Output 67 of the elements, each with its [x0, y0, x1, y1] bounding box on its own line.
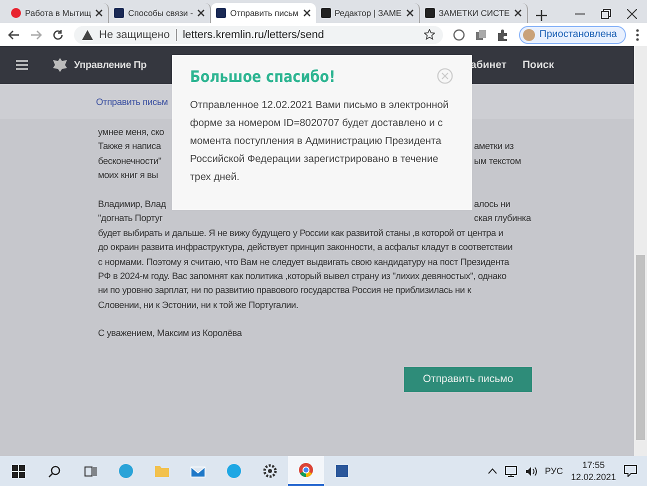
dialog-title: Большое спасибо! [190, 67, 336, 86]
chrome-icon [299, 463, 313, 477]
new-tab-icon[interactable] [536, 10, 547, 21]
profile-button[interactable]: Приостановлена [519, 26, 626, 44]
folder-icon [155, 466, 169, 477]
notification-icon[interactable] [624, 465, 637, 477]
letter-text: ни по уровню зарплат, ни по развитию правового государства Россия не приблизилась ни к [98, 284, 472, 298]
letter-text: моих книг я вы [98, 169, 160, 182]
letter-text: "догнать Португ [98, 212, 164, 226]
letter-text: будет выбирать и дальше. Я не вижу будущего у России как развитой станы ,в которой от центра и [98, 226, 504, 240]
warning-icon [82, 30, 93, 40]
language-indicator[interactable]: РУС [544, 466, 563, 476]
document-icon [336, 465, 348, 477]
speaker-icon[interactable] [524, 466, 537, 476]
browser-tab[interactable]: Отправить письм [211, 3, 316, 23]
letter-text: алось ни [474, 198, 510, 211]
close-icon[interactable] [197, 9, 206, 17]
task-view-icon[interactable] [84, 464, 96, 478]
breadcrumb-link[interactable]: Отправить письм [96, 96, 168, 106]
close-icon[interactable] [627, 9, 637, 19]
favicon-icon [114, 8, 124, 18]
letter-text: с нормами. Поэтому я считаю, что Вам не следует выдвигать свою кандидатуру на пост Президента [98, 256, 510, 269]
dialog-message: Отправленное 12.02.2021 Вами письмо в электронной форме за номером ID=8020707 будет доставлено и с момента поступления в Администрацию Президента Российской Федерации зарегистрировано в течение трех дней. [190, 99, 450, 185]
send-button[interactable]: Отправить письмо [404, 366, 532, 392]
letter-text: Владимир, Влад [98, 198, 167, 211]
favicon-icon [11, 8, 21, 18]
scrollbar-thumb[interactable] [636, 255, 645, 440]
restore-icon[interactable] [601, 9, 611, 19]
letter-text: умнее меня, ско [98, 126, 166, 139]
nav-link[interactable]: Поиск [522, 59, 554, 71]
reload-icon[interactable] [52, 28, 64, 40]
search-icon[interactable] [48, 464, 60, 478]
letter-text: РФ в 2024-м году. Вас запомнят как политика ,который вывел страну из "лихих девяностых", однако [98, 270, 506, 283]
back-icon[interactable] [8, 28, 20, 40]
favicon-icon [424, 8, 435, 18]
nav-link[interactable]: абинет [470, 59, 506, 71]
copy-icon[interactable] [475, 28, 488, 40]
windows-start-icon[interactable] [12, 464, 24, 478]
letter-text: С уважением, Максим из Королёва [98, 327, 242, 340]
mail-icon [190, 466, 206, 478]
letter-text: Также я написа [98, 140, 162, 154]
close-icon[interactable] [406, 9, 414, 17]
favicon-icon [216, 8, 226, 18]
letter-text: ым текстом [474, 154, 521, 168]
url-text: letters.kremlin.ru/letters/send [182, 28, 325, 40]
chevron-up-icon[interactable] [488, 468, 497, 474]
site-title[interactable]: Управление Пр [74, 60, 147, 70]
letter-text: Словении, ни к Эстонии, ни к той же Португалии. [98, 298, 298, 312]
taskbar-app[interactable] [288, 456, 324, 486]
menu-icon[interactable] [636, 28, 639, 40]
menu-icon[interactable] [16, 60, 28, 70]
puzzle-icon[interactable] [497, 28, 510, 40]
gear-icon [263, 464, 277, 478]
address-bar[interactable]: Не защищено letters.kremlin.ru/letters/send [74, 26, 444, 44]
security-label: Не защищено [99, 28, 170, 40]
close-icon[interactable] [302, 9, 311, 17]
letter-text: ская глубинка [474, 212, 531, 226]
avatar-icon [523, 28, 536, 40]
favicon-icon [320, 8, 331, 18]
close-icon[interactable] [514, 9, 522, 17]
letter-text: до окраин развита инфраструктура, действует принцип законности, а асфальт кладут в соответствии [98, 241, 513, 254]
letter-text: бесконечности" [98, 154, 162, 168]
star-icon[interactable] [424, 29, 436, 40]
letter-text: аметки из [474, 140, 514, 154]
clock[interactable]: 17:55 12.02.2021 [570, 459, 616, 483]
close-icon[interactable] [95, 9, 104, 17]
network-icon[interactable] [504, 466, 517, 476]
